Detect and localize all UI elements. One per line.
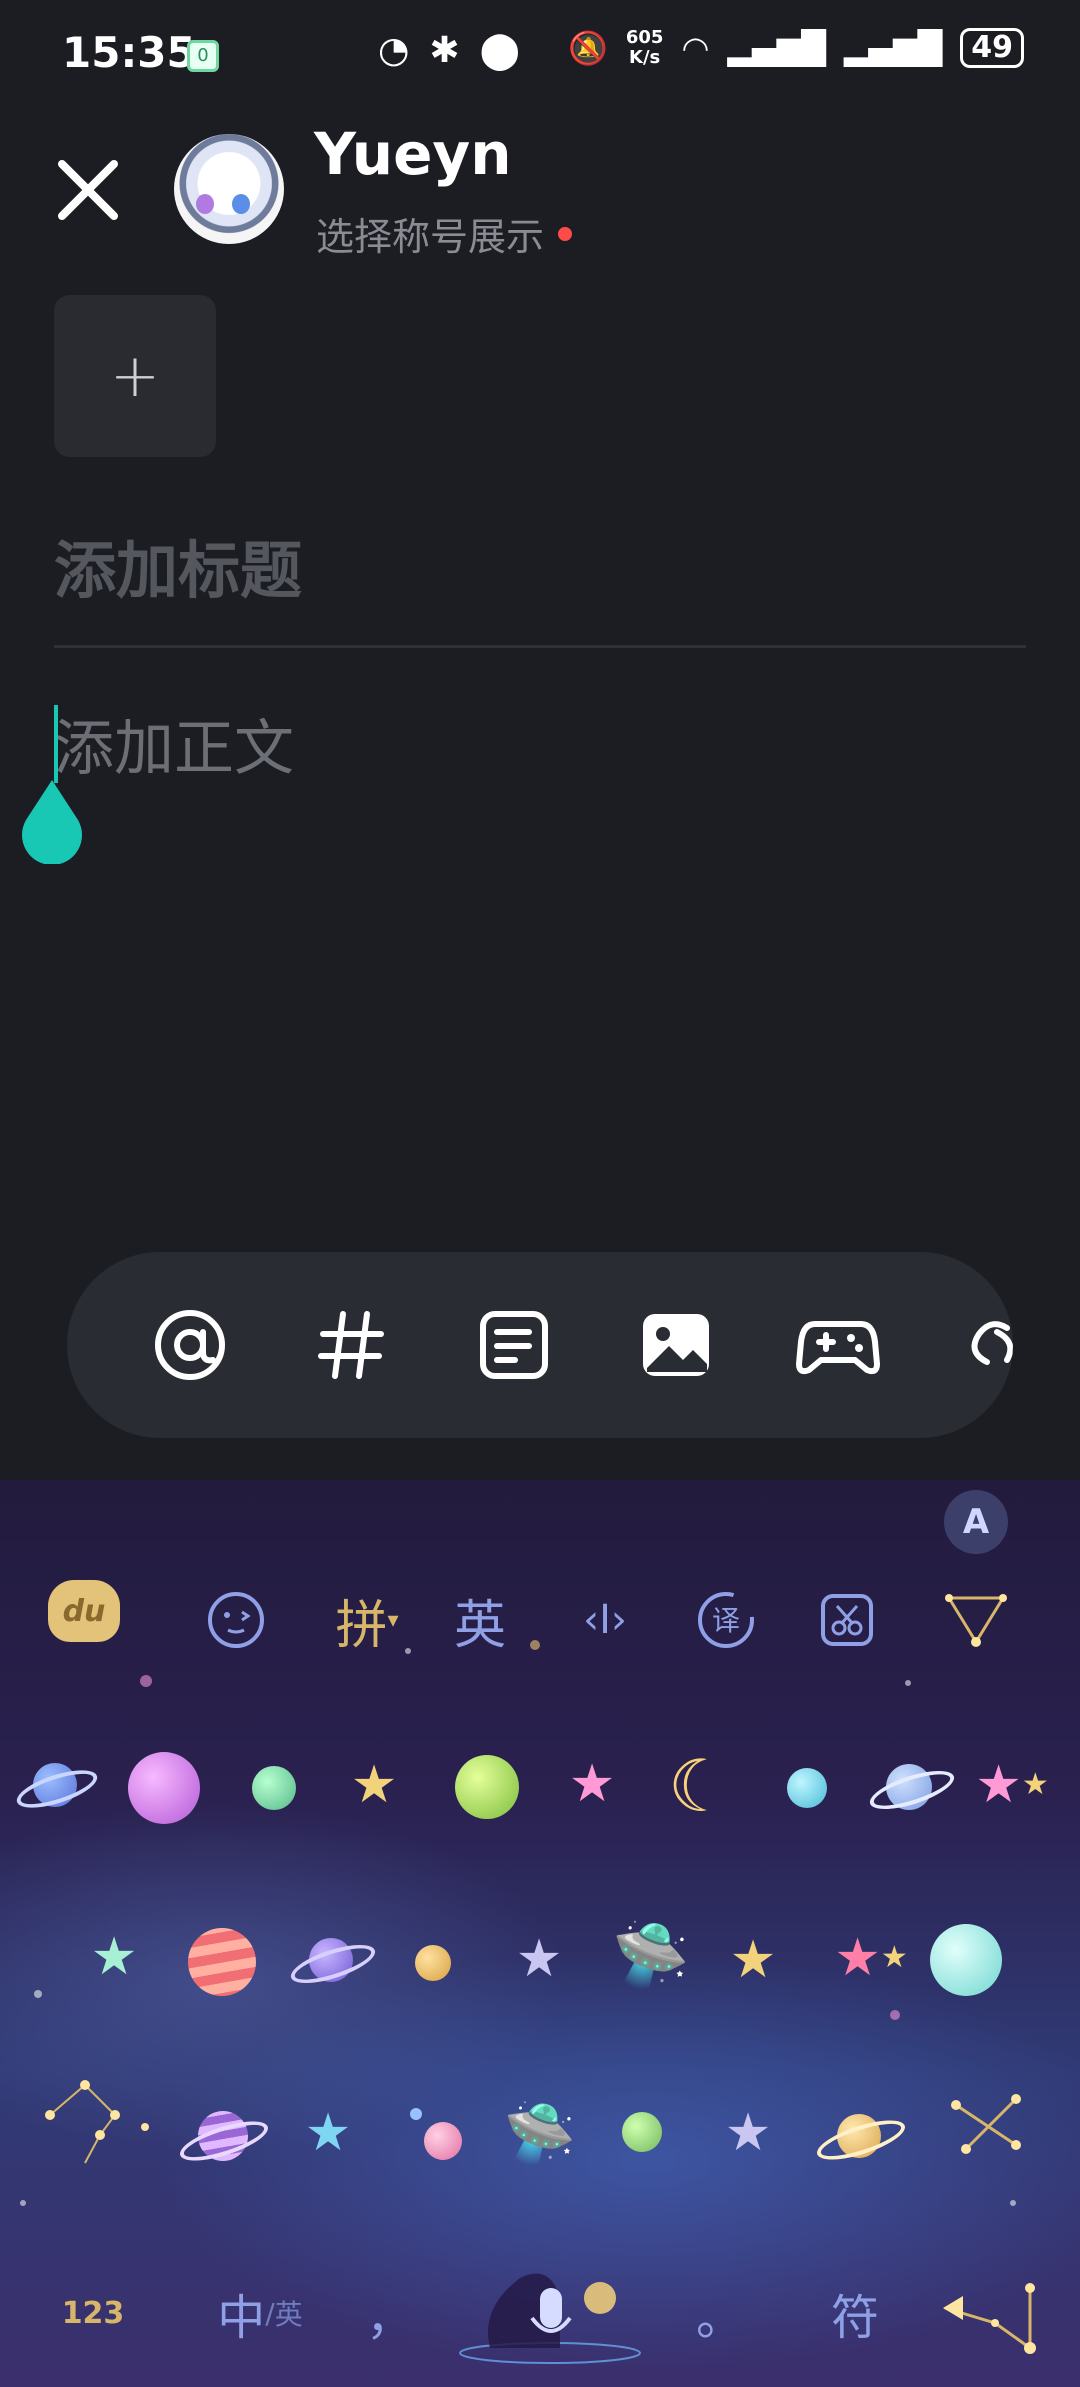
green-planet-emoji[interactable] — [252, 1766, 296, 1810]
nfc-icon: ◔ — [378, 30, 410, 71]
small-gold-star-emoji[interactable]: ★ — [728, 1934, 778, 1986]
mute-icon: 🔕 — [568, 29, 608, 67]
add-media-button[interactable]: + — [54, 295, 216, 457]
signal-icon-2: ▂▄▆█ — [843, 29, 943, 67]
avatar[interactable] — [174, 134, 284, 244]
red-star-emoji[interactable]: ★ ★ — [826, 1926, 916, 1990]
clipboard-icon[interactable] — [807, 1570, 887, 1670]
lavender-star-emoji[interactable]: ★ — [512, 1932, 566, 1986]
ufo-emoji[interactable]: 🛸 — [606, 1915, 696, 1995]
network-speed: 605 K/s — [625, 27, 664, 68]
period-key[interactable]: 。 — [690, 2258, 750, 2368]
pink-star-emoji[interactable]: ★ — [560, 1752, 624, 1816]
collapse-keyboard-icon[interactable] — [936, 1570, 1016, 1670]
keyboard-a-button[interactable]: A — [944, 1490, 1008, 1554]
image-icon[interactable] — [633, 1302, 719, 1388]
pinyin-key[interactable]: 拼 ▾ — [322, 1570, 412, 1670]
divider — [54, 645, 1026, 648]
signal-icon: ▂▄▆█ — [727, 29, 826, 67]
title-select-label: 选择称号展示 — [316, 215, 545, 259]
number-key[interactable]: 123 — [38, 2258, 148, 2368]
enter-key[interactable] — [930, 2258, 1050, 2368]
notes-icon[interactable] — [471, 1302, 557, 1388]
bluetooth-icon: ✱ — [429, 30, 460, 71]
green-small-planet-emoji[interactable] — [622, 2112, 666, 2156]
hashtag-icon[interactable] — [309, 1302, 395, 1388]
lime-planet-emoji[interactable] — [455, 1755, 519, 1819]
symbol-key[interactable]: 符 — [800, 2258, 910, 2368]
planet-ring-emoji[interactable] — [12, 1755, 102, 1816]
battery-icon: 49 — [960, 28, 1024, 68]
editor-toolbar — [67, 1252, 1013, 1438]
blue-star-emoji[interactable]: ★ — [300, 2105, 356, 2161]
cyan-planet-emoji[interactable] — [787, 1768, 827, 1808]
purple-ring-planet-emoji[interactable] — [286, 1932, 380, 1992]
space-voice-key[interactable] — [440, 2258, 660, 2368]
cursor-handle-icon[interactable] — [18, 780, 86, 864]
comma-key[interactable]: ， — [360, 2258, 420, 2368]
red-dot-badge — [558, 226, 573, 241]
gamepad-icon[interactable] — [795, 1302, 881, 1388]
pink-planet-emoji[interactable] — [128, 1752, 200, 1824]
location-icon: ⬤ — [479, 30, 520, 71]
gold-constellation-emoji[interactable] — [946, 2085, 1026, 2165]
status-bar: 15:35 0 ◔ ✱ ⬤ 🔕 605 K/s ◠ ▂▄▆█ ▂▄▆█ 49 — [0, 0, 1080, 110]
title-input[interactable]: 添加标题 — [54, 520, 302, 610]
close-icon[interactable] — [54, 156, 122, 224]
gold-star-emoji[interactable]: ★ — [344, 1755, 404, 1815]
blue-ring-planet-emoji[interactable] — [865, 1758, 959, 1818]
moon-emoji[interactable]: ☾ — [660, 1746, 740, 1826]
svg-text:译: 译 — [712, 1604, 740, 1637]
link-icon[interactable] — [957, 1302, 1013, 1388]
at-icon[interactable] — [147, 1302, 233, 1388]
body-input[interactable]: 添加正文 — [54, 700, 294, 787]
teal-planet-emoji[interactable] — [930, 1924, 1002, 1996]
english-key[interactable]: 英 — [440, 1570, 520, 1670]
status-time: 15:35 — [62, 28, 196, 77]
violet-ring-planet-emoji[interactable] — [175, 2105, 273, 2169]
cursor-move-icon[interactable]: ‹I› — [565, 1570, 645, 1670]
gold-ring-planet-emoji[interactable] — [812, 2108, 910, 2168]
title-select-link[interactable]: 选择称号展示 — [316, 206, 573, 261]
notification-badge-icon: 0 — [187, 40, 219, 72]
emoji-face-icon[interactable] — [196, 1570, 276, 1670]
silver-star-emoji[interactable]: ★ — [720, 2105, 776, 2161]
username: Yueyn — [314, 120, 512, 188]
keyboard-bottom-row: 123 中 / 英 ， 。 符 — [0, 2258, 1080, 2368]
pink-moon-planet-emoji[interactable] — [410, 2108, 464, 2162]
mint-star-emoji[interactable]: ★ — [82, 1925, 146, 1989]
translate-icon[interactable]: 译 — [686, 1570, 766, 1670]
gold-ufo-emoji[interactable]: 🛸 — [498, 2098, 582, 2168]
twin-stars-emoji[interactable]: ★ ★ — [972, 1755, 1052, 1815]
text-cursor — [54, 705, 58, 783]
striped-planet-emoji[interactable] — [188, 1928, 256, 1996]
keyboard-top-row: 拼 ▾ 英 ‹I› 译 — [0, 1570, 1080, 1670]
small-gold-planet-emoji[interactable] — [415, 1945, 451, 1981]
constellation-emoji[interactable] — [40, 2075, 150, 2165]
zhong-ying-key[interactable]: 中 / 英 — [205, 2258, 315, 2368]
wifi-icon: ◠ — [681, 29, 710, 67]
